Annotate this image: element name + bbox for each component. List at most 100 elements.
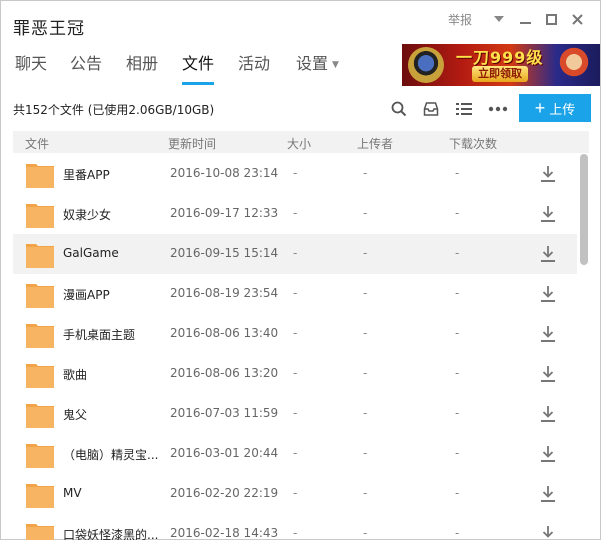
ad-banner[interactable]: 一刀999级 立即领取 [402,44,600,86]
file-list-header: 文件 更新时间 大小 上传者 下载次数 [13,131,589,153]
file-time: 2016-09-17 12:33 [170,206,279,220]
file-row[interactable]: 鬼父 2016-07-03 11:59 - - - [13,394,577,434]
search-icon[interactable] [388,98,410,120]
download-icon[interactable] [539,204,557,224]
download-icon[interactable] [539,284,557,304]
tab-activity[interactable]: 活动 [238,49,270,85]
tab-album[interactable]: 相册 [126,49,158,85]
folder-icon [26,244,54,268]
column-uploader[interactable]: 上传者 [357,135,393,152]
download-icon[interactable] [539,524,557,540]
file-time: 2016-09-15 15:14 [170,246,279,260]
file-name[interactable]: 漫画APP [63,286,163,303]
file-list: 里番APP 2016-10-08 23:14 - - - 奴隶少女 2016-0… [13,154,577,540]
file-row[interactable]: 奴隶少女 2016-09-17 12:33 - - - [13,194,577,234]
file-name[interactable]: （电脑）精灵宝... [63,446,163,463]
file-time: 2016-03-01 20:44 [170,446,279,460]
upload-button[interactable]: + 上传 [519,94,591,122]
plus-icon: + [534,98,546,118]
download-icon[interactable] [539,244,557,264]
upload-label: 上传 [549,101,576,117]
file-time: 2016-02-20 22:19 [170,486,279,500]
scrollbar-thumb[interactable] [580,154,588,265]
file-size: - [293,326,298,340]
file-list-scrollbar[interactable] [579,154,589,540]
folder-icon [26,524,54,540]
caret-down-icon: ▼ [332,60,339,70]
download-icon[interactable] [539,364,557,384]
group-tabs: 聊天 公告 相册 文件 活动 设置 ▼ [1,49,401,85]
download-icon[interactable] [539,404,557,424]
group-title: 罪恶王冠 [13,19,85,39]
file-row[interactable]: MV 2016-02-20 22:19 - - - [13,474,577,514]
file-downloads: - [455,446,460,460]
folder-icon [26,204,54,228]
file-time: 2016-10-08 23:14 [170,166,279,180]
file-row[interactable]: 漫画APP 2016-08-19 23:54 - - - [13,274,577,314]
file-downloads: - [455,326,460,340]
file-uploader: - [363,526,368,540]
file-uploader: - [363,406,368,420]
file-uploader: - [363,166,368,180]
file-size: - [293,366,298,380]
file-row[interactable]: （电脑）精灵宝... 2016-03-01 20:44 - - - [13,434,577,474]
file-downloads: - [455,246,460,260]
file-uploader: - [363,246,368,260]
file-size: - [293,486,298,500]
file-name[interactable]: 奴隶少女 [63,206,163,223]
folder-icon [26,484,54,508]
list-view-icon[interactable] [453,98,475,120]
close-icon[interactable] [564,9,590,29]
file-row[interactable]: 里番APP 2016-10-08 23:14 - - - [13,154,577,194]
file-summary: 共152个文件 (已使用2.06GB/10GB) [13,103,215,117]
file-uploader: - [363,286,368,300]
file-name[interactable]: 里番APP [63,166,163,183]
column-time[interactable]: 更新时间 [168,135,216,152]
download-icon[interactable] [539,324,557,344]
file-name[interactable]: 歌曲 [63,366,163,383]
file-name[interactable]: 手机桌面主题 [63,326,163,343]
maximize-icon[interactable] [538,9,564,29]
file-time: 2016-02-18 14:43 [170,526,279,540]
file-downloads: - [455,406,460,420]
file-uploader: - [363,486,368,500]
more-icon[interactable] [487,98,509,120]
file-time: 2016-07-03 11:59 [170,406,279,420]
file-row[interactable]: GalGame 2016-09-15 15:14 - - - [13,234,577,274]
file-row[interactable]: 歌曲 2016-08-06 13:20 - - - [13,354,577,394]
file-row[interactable]: 手机桌面主题 2016-08-06 13:40 - - - [13,314,577,354]
file-downloads: - [455,286,460,300]
inbox-icon[interactable] [420,98,442,120]
file-time: 2016-08-06 13:40 [170,326,279,340]
report-link[interactable]: 举报 [448,11,472,28]
column-name[interactable]: 文件 [25,135,49,152]
tab-announcement[interactable]: 公告 [70,49,102,85]
file-uploader: - [363,206,368,220]
download-icon[interactable] [539,164,557,184]
ad-claim-button[interactable]: 立即领取 [472,66,528,82]
file-size: - [293,526,298,540]
ad-headline: 一刀999级 [456,48,544,67]
dropdown-arrow-icon[interactable] [486,9,512,29]
tab-settings[interactable]: 设置 ▼ [296,49,339,85]
file-uploader: - [363,446,368,460]
column-size[interactable]: 大小 [287,135,311,152]
file-name[interactable]: 口袋妖怪漆黑的... [63,526,163,540]
game-emblem-icon [408,47,444,83]
tab-files[interactable]: 文件 [182,49,215,85]
download-icon[interactable] [539,444,557,464]
file-size: - [293,286,298,300]
folder-icon [26,324,54,348]
file-name[interactable]: MV [63,486,163,500]
tab-chat[interactable]: 聊天 [15,49,47,85]
minimize-icon[interactable] [512,9,538,29]
title-bar: 罪恶王冠 举报 [1,1,600,41]
file-size: - [293,446,298,460]
file-name[interactable]: 鬼父 [63,406,163,423]
download-icon[interactable] [539,484,557,504]
file-name[interactable]: GalGame [63,246,163,260]
folder-icon [26,364,54,388]
file-time: 2016-08-19 23:54 [170,286,279,300]
file-row[interactable]: 口袋妖怪漆黑的... 2016-02-18 14:43 - - - [13,514,577,540]
column-downloads[interactable]: 下载次数 [449,135,497,152]
